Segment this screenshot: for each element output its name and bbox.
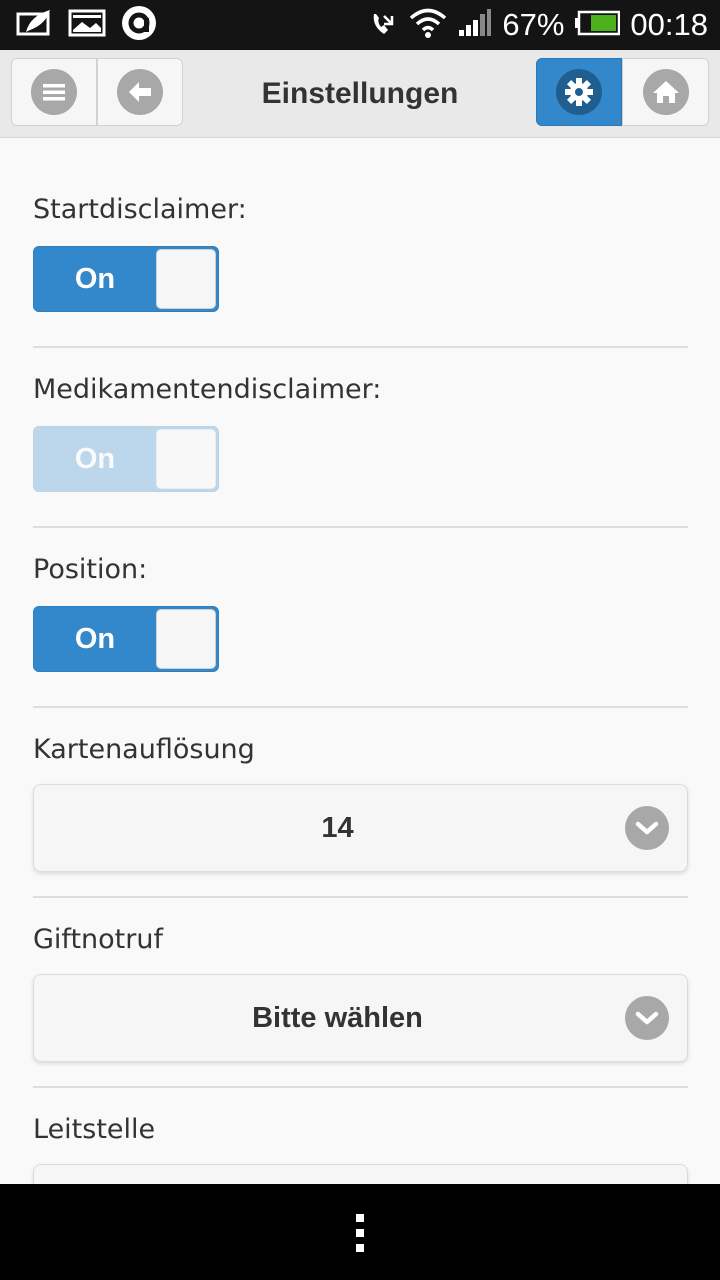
signal-icon: [458, 8, 492, 42]
giftnotruf-label: Giftnotruf: [33, 924, 163, 955]
settings-button[interactable]: [536, 58, 622, 126]
divider: [33, 706, 688, 708]
select-value: 14: [321, 812, 354, 844]
toggle-knob: [156, 429, 216, 489]
back-button[interactable]: [97, 58, 183, 126]
missed-call-icon: [368, 8, 398, 42]
giftnotruf-select[interactable]: Bitte wählen: [33, 974, 688, 1062]
toggle-on-label: On: [74, 623, 116, 655]
divider: [33, 1086, 688, 1088]
menu-button[interactable]: [11, 58, 97, 126]
toggle-on-label: On: [74, 443, 116, 475]
settings-icon: [556, 69, 602, 115]
clock: 00:18: [630, 7, 708, 42]
overflow-menu-icon[interactable]: [354, 1214, 366, 1252]
position-label: Position:: [33, 554, 148, 585]
toggle-knob[interactable]: [156, 609, 216, 669]
system-icons: 67% 00:18: [368, 6, 708, 44]
app-screen: Einstellungen Startdisclaimer: On Medika…: [0, 50, 720, 1184]
navigation-bar: [0, 1184, 720, 1280]
home-icon: [642, 69, 689, 115]
startdisclaimer-label: Startdisclaimer:: [33, 194, 247, 225]
back-icon: [117, 69, 163, 115]
leitstelle-label: Leitstelle: [33, 1114, 156, 1145]
medikamentendisclaimer-label: Medikamentendisclaimer:: [33, 374, 382, 405]
chevron-down-icon: [625, 996, 669, 1040]
wifi-icon: [408, 7, 448, 43]
status-bar: 67% 00:18: [0, 0, 720, 50]
kartenaufloesung-select[interactable]: 14: [33, 784, 688, 872]
home-button[interactable]: [622, 58, 709, 126]
medikamentendisclaimer-toggle: On: [33, 426, 219, 492]
select-value: Bitte wählen: [252, 1002, 423, 1034]
battery-percent: 67%: [502, 7, 565, 42]
leitstelle-select[interactable]: [33, 1164, 688, 1184]
divider: [33, 896, 688, 898]
position-toggle[interactable]: On: [33, 606, 219, 672]
kartenaufloesung-label: Kartenauflösung: [33, 734, 255, 765]
divider: [33, 346, 688, 348]
app-a-icon: [120, 4, 158, 46]
header-bar: Einstellungen: [0, 50, 720, 138]
startdisclaimer-toggle[interactable]: On: [33, 246, 219, 312]
photo-icon: [68, 8, 106, 42]
menu-icon: [31, 69, 77, 115]
divider: [33, 526, 688, 528]
toggle-knob[interactable]: [156, 249, 216, 309]
page-title: Einstellungen: [261, 77, 459, 110]
toggle-on-label: On: [74, 263, 116, 295]
notification-icons: [16, 6, 158, 44]
chevron-down-icon: [625, 806, 669, 850]
battery-icon: [574, 10, 621, 40]
image-icon: [16, 8, 54, 42]
